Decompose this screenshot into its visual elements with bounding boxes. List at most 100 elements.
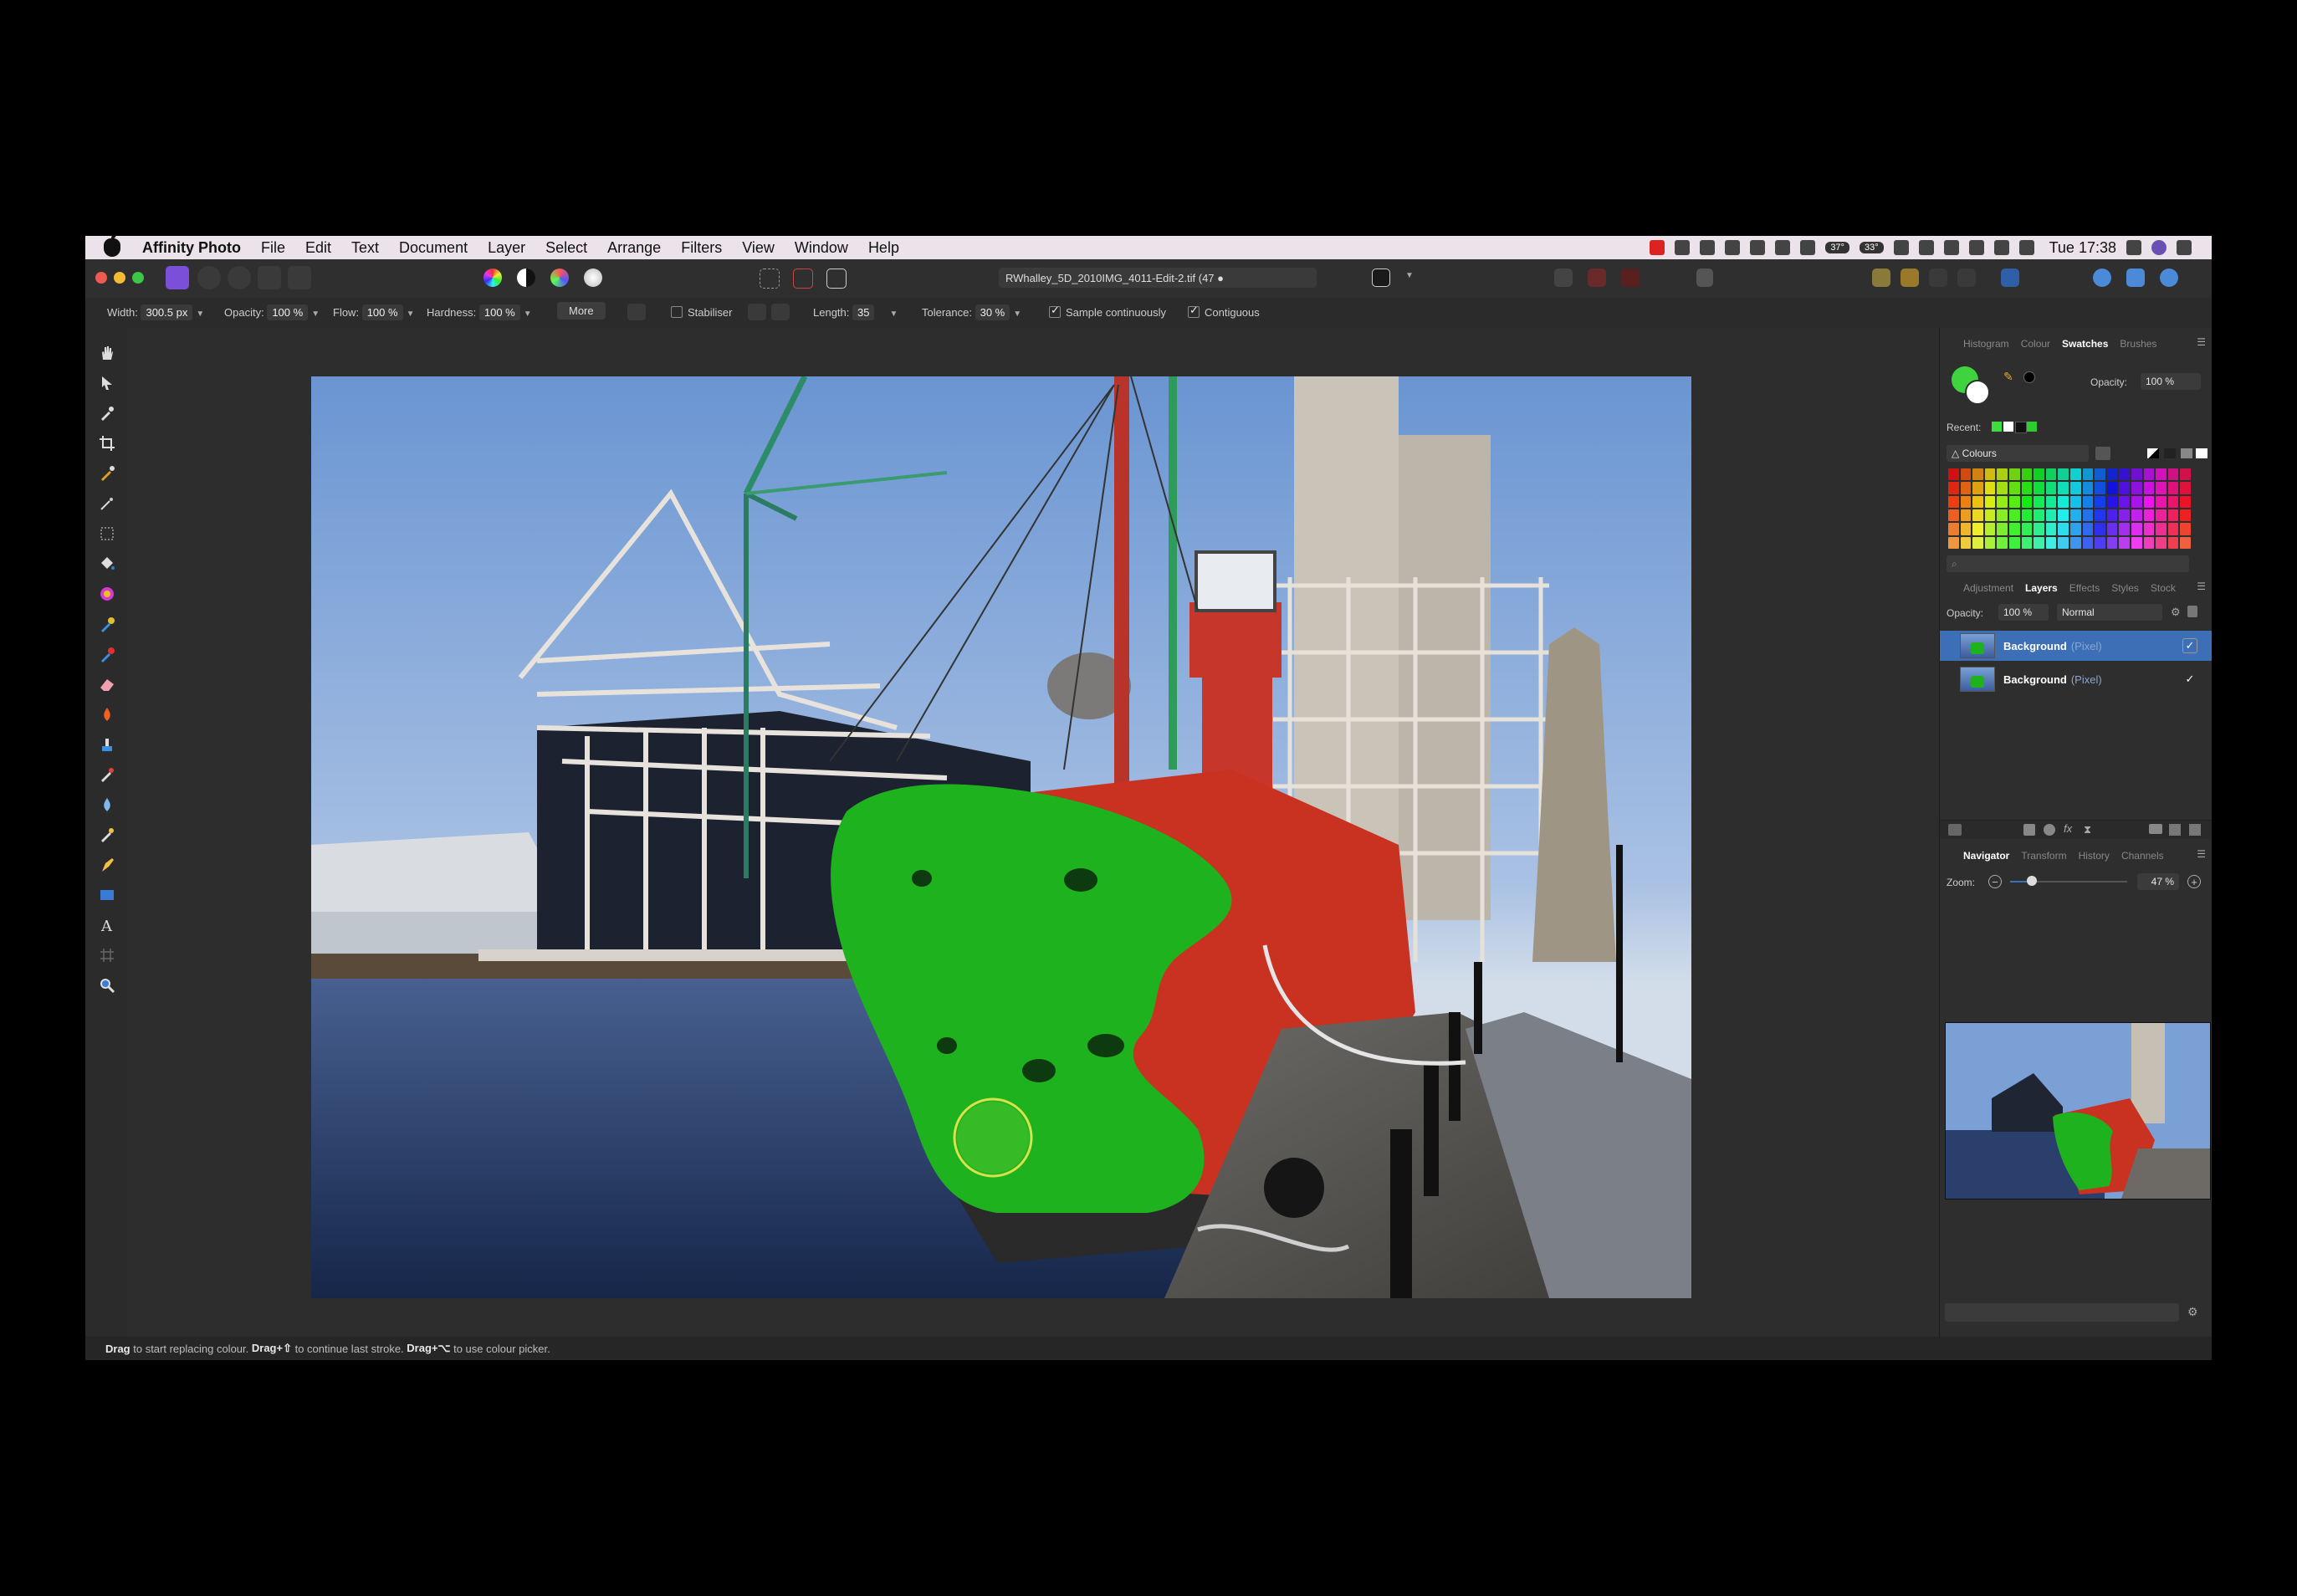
paint-brush-tool-icon[interactable] (99, 616, 115, 632)
flow-control[interactable]: Flow: 100 % ▼ (333, 304, 414, 320)
memory-icon[interactable] (1893, 240, 1909, 255)
opacity-value[interactable]: 100 % (267, 304, 309, 320)
menu-file[interactable]: File (261, 239, 285, 257)
colour-swatch[interactable] (2156, 468, 2167, 481)
colour-swatch[interactable] (1948, 482, 1959, 494)
length-control[interactable]: Length: 35 ▼ (813, 304, 898, 320)
colour-swatch[interactable] (2082, 495, 2094, 508)
colour-swatch[interactable] (2131, 482, 2142, 494)
selection-brush-tool-icon[interactable] (99, 465, 115, 482)
add-shape-icon[interactable] (2093, 269, 2111, 287)
picker-icon[interactable]: ✎ (2003, 370, 2017, 383)
colour-swatch[interactable] (1948, 468, 1959, 481)
colour-swatch[interactable] (2180, 495, 2191, 508)
colour-swatch[interactable] (1972, 523, 1983, 535)
colour-swatch[interactable] (2131, 468, 2142, 481)
colour-swatch[interactable] (2119, 509, 2130, 522)
zoom-tool-icon[interactable] (99, 977, 115, 994)
export-persona-icon[interactable] (288, 266, 311, 289)
colour-swatch[interactable] (2143, 495, 2155, 508)
tab-layers[interactable]: Layers (2025, 582, 2058, 594)
menu-text[interactable]: Text (351, 239, 379, 257)
tab-swatches[interactable]: Swatches (2062, 338, 2108, 350)
menu-layer[interactable]: Layer (488, 239, 525, 257)
panel-footer-gear-icon[interactable]: ⚙ (2187, 1305, 2198, 1319)
recent-swatch[interactable] (2015, 422, 2027, 433)
zoom-in-icon[interactable]: + (2187, 875, 2201, 888)
colour-replacement-brush-tool-icon[interactable] (99, 646, 115, 662)
layer-row[interactable]: Background (Pixel) ✓ (1940, 664, 2212, 694)
colour-swatch[interactable] (2009, 468, 2020, 481)
secondary-colour-well[interactable] (1965, 380, 1990, 405)
tab-colour[interactable]: Colour (2021, 338, 2050, 350)
arrange-front-icon[interactable] (1929, 269, 1947, 287)
flood-select-tool-icon[interactable] (99, 495, 115, 512)
blur-brush-tool-icon[interactable] (99, 796, 115, 813)
menu-document[interactable]: Document (399, 239, 468, 257)
colour-swatch[interactable] (2058, 523, 2069, 535)
navigator-thumbnail[interactable] (1945, 1022, 2211, 1200)
minimize-window-button[interactable] (114, 272, 125, 284)
colour-swatch[interactable] (2131, 509, 2142, 522)
colour-swatch[interactable] (2106, 536, 2118, 549)
colour-swatch[interactable] (1960, 468, 1972, 481)
colour-swatch[interactable] (2058, 495, 2069, 508)
canvas-area[interactable] (127, 328, 2023, 1337)
colour-swatch[interactable] (2082, 523, 2094, 535)
colour-swatch[interactable] (1984, 468, 1996, 481)
sample-continuously-toggle[interactable]: Sample continuously (1049, 304, 1166, 319)
colour-swatch[interactable] (2021, 523, 2033, 535)
colour-swatch[interactable] (2009, 495, 2020, 508)
colour-swatch[interactable] (2034, 495, 2044, 508)
palette-select[interactable]: △ Colours (1947, 445, 2089, 462)
photo-persona-icon[interactable] (166, 266, 189, 289)
lock-icon[interactable] (2187, 606, 2197, 617)
battery-icon[interactable] (2018, 240, 2034, 255)
healing-brush-tool-icon[interactable] (99, 766, 115, 783)
cpu-temp-badge[interactable]: 37° (1825, 242, 1849, 253)
colour-swatch[interactable] (2070, 482, 2081, 494)
menu-window[interactable]: Window (795, 239, 848, 257)
colour-swatch[interactable] (2009, 536, 2020, 549)
colour-swatch[interactable] (2095, 509, 2105, 522)
bluetooth-icon[interactable] (1968, 240, 1984, 255)
record-icon[interactable] (1650, 240, 1665, 255)
flood-fill-tool-icon[interactable] (99, 555, 115, 572)
tab-histogram[interactable]: Histogram (1963, 338, 2009, 350)
colour-swatch[interactable] (1997, 523, 2008, 535)
colour-swatch[interactable] (1997, 536, 2008, 549)
colour-swatch[interactable] (1997, 468, 2008, 481)
width-control[interactable]: Width: 300.5 px ▼ (107, 304, 204, 320)
colour-swatch[interactable] (2106, 495, 2118, 508)
colour-swatch[interactable] (2156, 509, 2167, 522)
colour-swatch[interactable] (2034, 509, 2044, 522)
window-mode-icon[interactable] (771, 304, 790, 320)
live-filter-icon[interactable]: ⧗ (2084, 823, 2091, 836)
arrange-forward-icon[interactable] (1901, 269, 1919, 287)
tab-styles[interactable]: Styles (2111, 582, 2139, 594)
arrange-back-icon[interactable] (1872, 269, 1890, 287)
colour-swatch[interactable] (2082, 509, 2094, 522)
menu-app[interactable]: Affinity Photo (142, 239, 241, 257)
hardness-chevron-icon[interactable]: ▼ (524, 309, 532, 319)
sponge-brush-tool-icon[interactable] (99, 826, 115, 843)
mesh-warp-tool-icon[interactable] (99, 947, 115, 964)
colour-swatch[interactable] (2143, 523, 2155, 535)
crop-tool-icon[interactable] (99, 435, 115, 452)
c-app-icon[interactable] (1775, 240, 1791, 255)
auto-colours-icon[interactable] (550, 269, 569, 287)
document-tab[interactable]: RWhalley_5D_2010IMG_4011-Edit-2.tif (47 … (999, 268, 1317, 288)
colour-swatch[interactable] (2167, 468, 2179, 481)
colour-swatch[interactable] (2021, 509, 2033, 522)
invert-selection-icon[interactable] (826, 269, 847, 289)
layer-stack-icon[interactable] (1948, 824, 1962, 836)
colour-swatch[interactable] (2131, 523, 2142, 535)
colour-swatch[interactable] (2131, 495, 2142, 508)
subtract-shape-icon[interactable] (2126, 269, 2145, 287)
colour-swatch[interactable] (2034, 468, 2044, 481)
tolerance-value[interactable]: 30 % (975, 304, 1010, 320)
spotlight-search-icon[interactable] (2126, 240, 2141, 255)
width-chevron-icon[interactable]: ▼ (196, 309, 204, 319)
coffee-icon[interactable] (1750, 240, 1766, 255)
develop-persona-icon[interactable] (228, 266, 251, 289)
